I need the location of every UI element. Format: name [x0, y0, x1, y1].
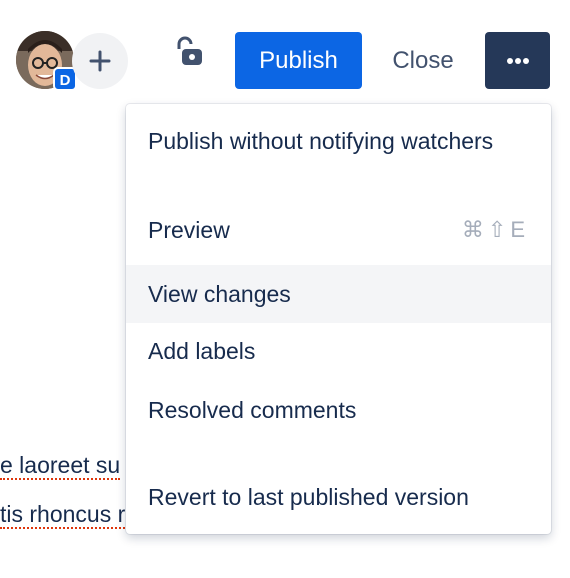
restrictions-button[interactable] [166, 32, 210, 72]
menu-item-resolved-comments[interactable]: Resolved comments [126, 382, 551, 438]
close-button[interactable]: Close [378, 32, 468, 89]
menu-item-preview[interactable]: Preview ⌘⇧E [126, 202, 551, 258]
add-collaborator-button[interactable] [72, 33, 128, 89]
more-actions-menu: Publish without notifying watchers Previ… [126, 104, 551, 534]
editor-text-line: tis rhoncus r [0, 501, 126, 529]
plus-icon [89, 50, 111, 72]
menu-item-label: Resolved comments [148, 396, 357, 423]
menu-item-label: View changes [148, 280, 291, 307]
menu-item-label: Add labels [148, 337, 256, 364]
menu-item-label: Preview [148, 216, 230, 243]
ellipsis-icon [506, 57, 529, 64]
menu-item-add-labels[interactable]: Add labels [126, 323, 551, 379]
menu-item-label: Revert to last published version [148, 483, 469, 510]
menu-item-revert[interactable]: Revert to last published version [126, 468, 551, 526]
editor-text-line: e laoreet su [0, 452, 121, 480]
more-actions-button[interactable] [485, 32, 550, 89]
menu-item-label: Publish without notifying watchers [148, 127, 494, 154]
menu-item-view-changes[interactable]: View changes [126, 265, 551, 323]
keyboard-shortcut: ⌘⇧E [461, 217, 529, 242]
menu-item-publish-silently[interactable]: Publish without notifying watchers [126, 104, 551, 178]
unlocked-icon [177, 36, 202, 65]
publish-button[interactable]: Publish [235, 32, 362, 89]
